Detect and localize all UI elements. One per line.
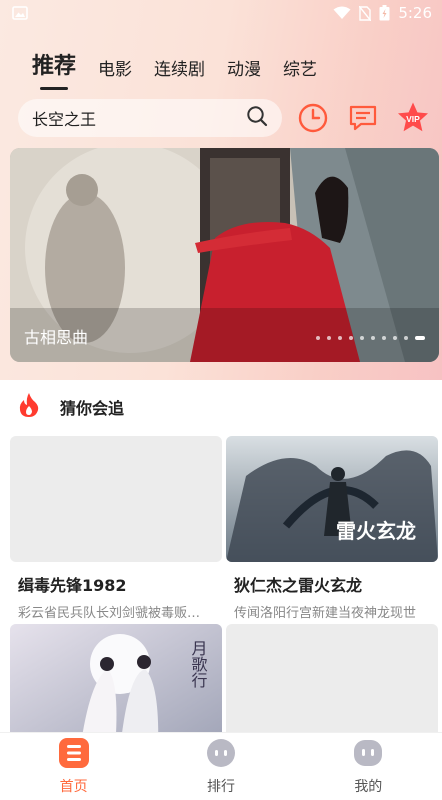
search-icon[interactable] xyxy=(246,105,268,131)
tab-variety[interactable]: 综艺 xyxy=(283,55,317,90)
status-time: 5:26 xyxy=(398,4,432,22)
no-sim-icon xyxy=(359,5,372,21)
nav-ranking[interactable]: 排行 xyxy=(147,733,294,800)
fire-icon xyxy=(18,392,40,422)
gallery-notification-icon xyxy=(12,6,28,20)
bottom-navigation: 首页 排行 我的 xyxy=(0,732,442,800)
status-bar: 5:26 xyxy=(0,0,442,26)
poster-title: 雷火玄龙 xyxy=(336,519,416,543)
card-description: 传闻洛阳行宫新建当夜神龙现世 xyxy=(234,606,417,621)
carousel-dot[interactable] xyxy=(382,336,386,340)
banner-carousel[interactable]: 古相思曲 xyxy=(10,148,439,362)
card-thumbnail: 雷火玄龙 xyxy=(226,436,438,562)
vip-icon[interactable]: VIP xyxy=(396,101,430,135)
tab-series[interactable]: 连续剧 xyxy=(154,55,205,90)
carousel-dot[interactable] xyxy=(316,336,320,340)
card-thumbnail-placeholder xyxy=(10,436,222,562)
carousel-dot[interactable] xyxy=(404,336,408,340)
nav-profile[interactable]: 我的 xyxy=(295,733,442,800)
tab-anime[interactable]: 动漫 xyxy=(227,55,261,90)
tab-recommend[interactable]: 推荐 xyxy=(32,48,76,90)
nav-profile-label: 我的 xyxy=(354,778,383,795)
carousel-dot[interactable] xyxy=(415,336,425,340)
video-card[interactable]: 缉毒先锋1982 彩云省民兵队长刘剑虢被毒贩打伤 xyxy=(10,436,222,621)
profile-icon xyxy=(353,738,383,772)
search-text: 长空之王 xyxy=(32,110,97,129)
banner-title: 古相思曲 xyxy=(24,328,89,347)
carousel-dot[interactable] xyxy=(338,336,342,340)
card-title: 狄仁杰之雷火玄龙 xyxy=(234,576,363,595)
video-card[interactable]: 雷火玄龙 狄仁杰之雷火玄龙 传闻洛阳行宫新建当夜神龙现世 xyxy=(226,436,438,621)
carousel-dot[interactable] xyxy=(327,336,331,340)
battery-icon xyxy=(379,5,390,21)
nav-home-label: 首页 xyxy=(59,778,88,795)
card-description: 彩云省民兵队长刘剑虢被毒贩打伤 xyxy=(18,606,210,621)
section-title: 猜你会追 xyxy=(60,399,125,418)
vip-label: VIP xyxy=(406,114,420,124)
wifi-icon xyxy=(333,6,351,20)
card-title: 缉毒先锋1982 xyxy=(18,576,127,595)
search-input[interactable]: 长空之王 xyxy=(18,99,282,137)
history-icon[interactable] xyxy=(296,101,330,135)
tab-movies[interactable]: 电影 xyxy=(98,55,132,90)
ranking-icon xyxy=(206,738,236,772)
nav-home[interactable]: 首页 xyxy=(0,733,147,800)
carousel-dot[interactable] xyxy=(393,336,397,340)
carousel-dots xyxy=(316,336,425,340)
message-icon[interactable] xyxy=(346,101,380,135)
carousel-dot[interactable] xyxy=(360,336,364,340)
category-tabs: 推荐 电影 连续剧 动漫 综艺 xyxy=(0,44,442,90)
home-icon xyxy=(58,737,89,772)
carousel-dot[interactable] xyxy=(371,336,375,340)
search-row: 长空之王 VIP xyxy=(18,98,430,138)
poster-title: 月歌行 xyxy=(189,640,208,689)
nav-ranking-label: 排行 xyxy=(206,778,235,795)
carousel-dot[interactable] xyxy=(349,336,353,340)
section-header: 猜你会追 xyxy=(18,392,124,422)
